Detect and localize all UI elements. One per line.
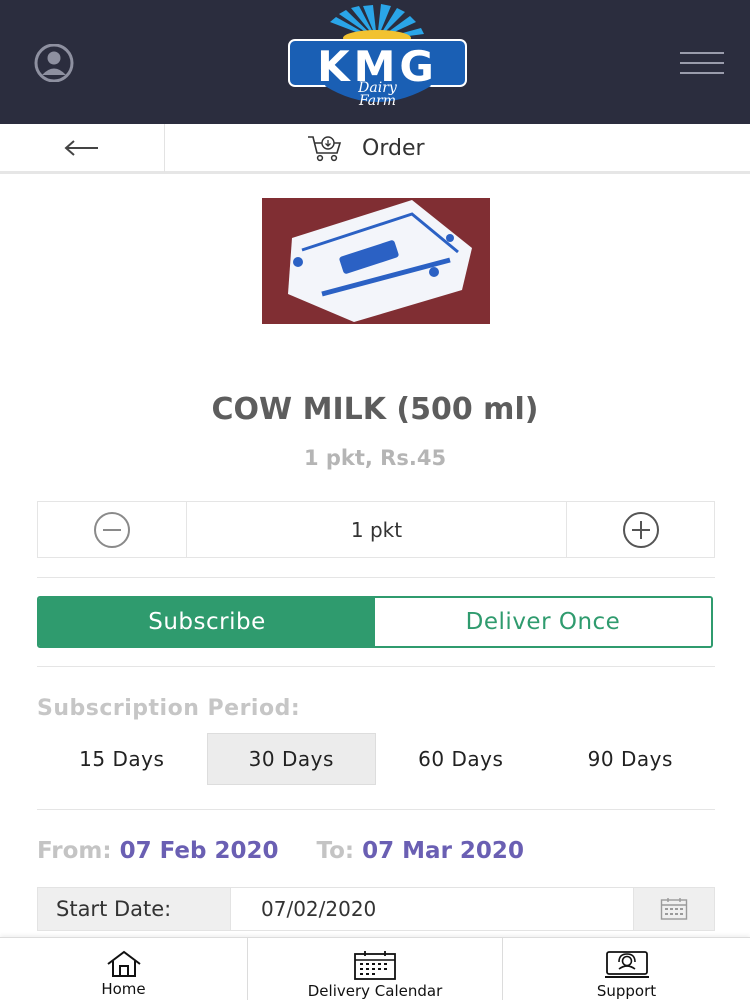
date-picker-button[interactable]	[634, 888, 714, 930]
to-date: 07 Mar 2020	[362, 838, 524, 864]
nav-delivery-calendar[interactable]: Delivery Calendar	[247, 938, 503, 1000]
to-label: To:	[316, 838, 355, 864]
from-label: From:	[37, 838, 112, 864]
divider	[37, 666, 715, 667]
quantity-value: 1 pkt	[186, 502, 566, 557]
brand-logo: KMG Dairy Farm	[285, 2, 470, 114]
plus-circle-icon	[622, 511, 659, 548]
subscribe-button[interactable]: Subscribe	[39, 598, 375, 646]
calendar-icon	[354, 951, 396, 980]
product-price: 1 pkt, Rs.45	[303, 446, 447, 470]
start-date-label: Start Date:	[56, 897, 172, 921]
period-option-15[interactable]: 15 Days	[37, 733, 207, 785]
increase-quantity-button[interactable]	[566, 502, 714, 557]
brand-subtitle-2: Farm	[358, 93, 397, 109]
period-option-30[interactable]: 30 Days	[206, 733, 376, 785]
subscription-period-label: Subscription Period:	[37, 696, 301, 721]
subscription-date-range: From: 07 Feb 2020 To: 07 Mar 2020	[37, 838, 524, 864]
back-button[interactable]	[0, 124, 165, 172]
product-image	[262, 198, 490, 324]
calendar-icon	[660, 898, 688, 920]
nav-delivery-calendar-label: Delivery Calendar	[307, 982, 443, 1000]
start-date-input[interactable]: 07/02/2020	[230, 888, 634, 930]
product-name: COW MILK (500 ml)	[211, 392, 539, 427]
app-header: KMG Dairy Farm	[0, 0, 750, 124]
order-mode-toggle: Subscribe Deliver Once	[37, 596, 713, 648]
page-subheader: Order	[0, 124, 750, 174]
nav-home-label: Home	[101, 980, 146, 998]
period-option-90[interactable]: 90 Days	[546, 733, 716, 785]
nav-home[interactable]: Home	[0, 938, 247, 1000]
hamburger-menu-icon[interactable]	[680, 52, 724, 74]
quantity-stepper: 1 pkt	[37, 501, 715, 558]
user-avatar-icon[interactable]	[28, 43, 80, 83]
divider	[37, 577, 715, 578]
page-title-label: Order	[362, 135, 425, 161]
from-date: 07 Feb 2020	[119, 838, 279, 864]
minus-circle-icon	[94, 511, 130, 548]
support-icon	[604, 951, 649, 978]
bottom-navigation: Home Delivery Calendar Support	[0, 937, 750, 1000]
decrease-quantity-button[interactable]	[38, 502, 186, 557]
nav-support[interactable]: Support	[503, 938, 750, 1000]
back-arrow-icon	[64, 140, 98, 156]
nav-support-label: Support	[596, 982, 657, 1000]
period-option-60[interactable]: 60 Days	[376, 733, 546, 785]
divider	[37, 809, 715, 810]
home-icon	[106, 950, 141, 977]
cart-icon	[308, 136, 342, 162]
page-title: Order	[306, 132, 425, 164]
subscription-period-options: 15 Days 30 Days 60 Days 90 Days	[37, 733, 715, 785]
start-date-field: Start Date: 07/02/2020	[37, 887, 715, 931]
deliver-once-button[interactable]: Deliver Once	[375, 598, 711, 646]
